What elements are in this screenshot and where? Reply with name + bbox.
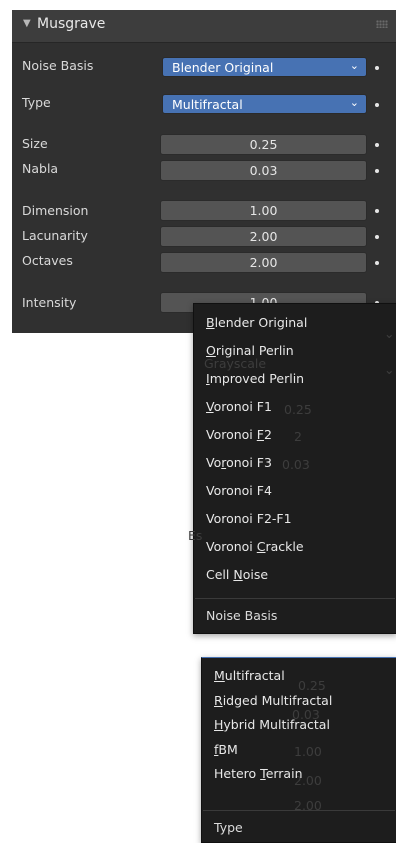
menu-item-accelerator: N xyxy=(233,567,243,582)
octaves-label: Octaves xyxy=(22,253,73,268)
ghost-value-1: 0.25 xyxy=(284,402,312,417)
menu-item-accelerator: F xyxy=(256,427,264,442)
keyframe-dot-icon[interactable] xyxy=(375,261,379,265)
nabla-field[interactable]: 0.03 xyxy=(160,160,367,181)
ghost-value-1: 0.25 xyxy=(298,678,326,693)
panel-header[interactable]: ▼ Musgrave xyxy=(12,10,396,43)
intensity-label: Intensity xyxy=(22,295,77,310)
type-label: Type xyxy=(22,95,51,110)
noise-basis-menu-item[interactable]: Original Perlin xyxy=(206,343,294,358)
menu-item-text: Cell xyxy=(206,567,234,582)
type-menu-item[interactable]: Multifractal xyxy=(214,668,285,683)
dimension-label: Dimension xyxy=(22,203,89,218)
panel-title: Musgrave xyxy=(37,16,106,32)
size-field[interactable]: 0.25 xyxy=(160,134,367,155)
menu-item-accelerator: H xyxy=(214,717,224,732)
noise-basis-menu-item[interactable]: Voronoi F2 xyxy=(206,427,272,442)
menu-item-text: oise xyxy=(242,567,269,582)
menu-item-text: Voronoi xyxy=(206,427,257,442)
menu-item-text: Hetero xyxy=(214,766,261,781)
menu-separator xyxy=(195,598,395,599)
menu-item-accelerator: R xyxy=(214,692,223,708)
menu-item-accelerator: B xyxy=(206,315,215,330)
keyframe-dot-icon[interactable] xyxy=(375,169,379,173)
noise-basis-menu-item[interactable]: Voronoi F1 xyxy=(206,399,272,414)
ghost-fragment-2: Es xyxy=(188,528,203,543)
menu-item-accelerator: C xyxy=(256,539,266,554)
type-menu-item[interactable]: Hetero Terrain xyxy=(214,766,303,781)
type-menu: 0.25 0.03 1.00 2.00 2.00 Multifractal Rid… xyxy=(201,657,396,843)
noise-basis-dropdown[interactable]: Blender Original ⌄ xyxy=(162,57,367,77)
menu-item-accelerator: M xyxy=(214,668,225,683)
ghost-chevron-1: ⌄ xyxy=(384,326,395,341)
menu-item-accelerator: O xyxy=(206,343,216,358)
menu-item-text: oronoi F1 xyxy=(213,399,272,414)
type-menu-item[interactable]: Ridged Multifractal xyxy=(214,693,332,708)
keyframe-dot-icon[interactable] xyxy=(375,209,379,213)
noise-basis-menu-item[interactable]: Improved Perlin xyxy=(206,371,304,386)
dimension-field[interactable]: 1.00 xyxy=(160,200,367,221)
menu-item-text: errain xyxy=(265,766,303,781)
lacunarity-field[interactable]: 2.00 xyxy=(160,226,367,247)
nabla-label: Nabla xyxy=(22,161,59,176)
menu-item-text: Voronoi F2-F1 xyxy=(206,511,292,526)
menu-item-text: Vo xyxy=(206,455,222,470)
menu-item-text: ybrid Multifractal xyxy=(223,717,330,732)
menu-item-accelerator: V xyxy=(206,399,214,414)
size-label: Size xyxy=(22,136,48,151)
ghost-value-3: 1.00 xyxy=(294,744,322,759)
type-menu-item[interactable]: fBM xyxy=(214,742,238,757)
noise-basis-menu-item[interactable]: Voronoi F4 xyxy=(206,483,272,498)
menu-item-text: lender Original xyxy=(214,315,308,330)
menu-item-text: riginal Perlin xyxy=(215,343,294,358)
menu-item-text: BM xyxy=(218,741,238,757)
noise-basis-menu-item[interactable]: Voronoi F2-F1 xyxy=(206,511,292,526)
noise-basis-label: Noise Basis xyxy=(22,58,94,73)
keyframe-dot-icon[interactable] xyxy=(375,143,379,147)
ghost-fragment-1: Grayscale xyxy=(204,356,267,371)
menu-item-text: mproved Perlin xyxy=(209,371,305,386)
menu-item-text: Voronoi xyxy=(206,539,257,554)
drag-grip-icon[interactable] xyxy=(376,20,388,28)
chevron-down-icon: ⌄ xyxy=(349,59,359,72)
keyframe-dot-icon[interactable] xyxy=(375,235,379,239)
type-value: Multifractal xyxy=(172,97,243,112)
menu-separator xyxy=(203,810,395,811)
noise-basis-menu-title: Noise Basis xyxy=(206,608,278,623)
noise-basis-menu-item[interactable]: Blender Original xyxy=(206,315,307,330)
type-menu-title: Type xyxy=(214,820,243,835)
noise-basis-menu-item[interactable]: Cell Noise xyxy=(206,567,268,582)
noise-basis-menu: ⌄ ⌄ Grayscale 0.25 2 0.03 Es Blender Ori… xyxy=(188,303,396,634)
menu-item-text: Voronoi F4 xyxy=(206,483,272,498)
type-dropdown[interactable]: Multifractal ⌄ xyxy=(162,94,367,114)
menu-item-text: onoi F3 xyxy=(226,455,272,470)
ghost-value-2: 2 xyxy=(294,429,302,444)
keyframe-dot-icon[interactable] xyxy=(375,66,379,70)
octaves-field[interactable]: 2.00 xyxy=(160,252,367,273)
menu-item-text: idged Multifractal xyxy=(222,692,333,708)
chevron-down-icon: ⌄ xyxy=(349,96,359,109)
collapse-triangle-icon[interactable]: ▼ xyxy=(23,18,31,29)
keyframe-dot-icon[interactable] xyxy=(375,103,379,107)
noise-basis-menu-item[interactable]: Voronoi F3 xyxy=(206,455,272,470)
musgrave-panel: ▼ Musgrave Noise Basis Blender Original … xyxy=(12,10,396,333)
noise-basis-menu-item[interactable]: Voronoi Crackle xyxy=(206,539,304,554)
lacunarity-label: Lacunarity xyxy=(22,228,88,243)
menu-item-text: 2 xyxy=(263,427,272,442)
type-menu-item[interactable]: Hybrid Multifractal xyxy=(214,717,330,732)
ghost-chevron-2: ⌄ xyxy=(384,362,395,377)
ghost-value-3: 0.03 xyxy=(282,457,310,472)
noise-basis-value: Blender Original xyxy=(172,60,274,75)
menu-item-text: rackle xyxy=(265,539,304,554)
menu-item-text: ultifractal xyxy=(224,668,285,683)
